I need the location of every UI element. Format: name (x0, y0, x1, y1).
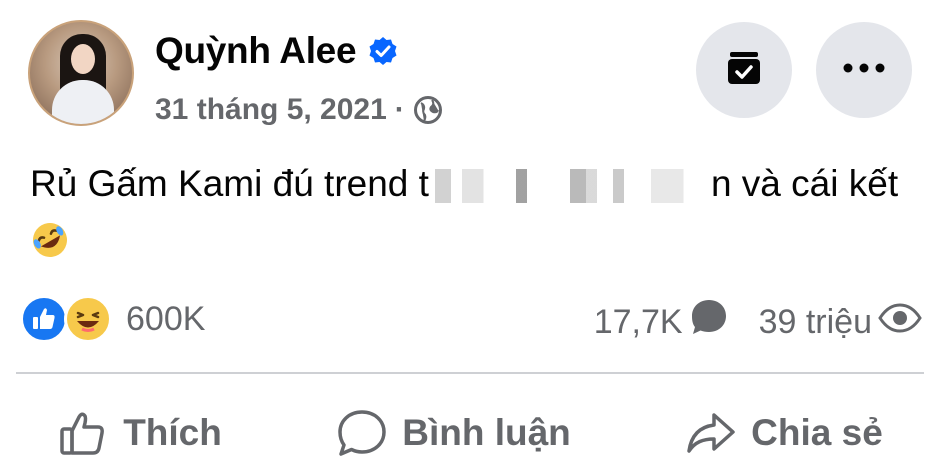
eye-icon (878, 302, 922, 342)
post-meta: 31 tháng 5, 2021 · (155, 92, 443, 128)
post-text-end: n và cái kết (710, 163, 899, 204)
post-text: Rủ Gấm Kami đú trend t n và cái kết (30, 160, 910, 208)
post-stats: 17,7K 39 triệu (594, 297, 922, 346)
post-text-start: Rủ Gấm Kami đú trend t (30, 163, 429, 204)
views-count: 39 triệu (758, 302, 872, 341)
comment-icon (338, 410, 386, 456)
author-name-row: Quỳnh Alee (155, 30, 398, 72)
share-label: Chia sẻ (751, 412, 883, 453)
share-button[interactable]: Chia sẻ (665, 407, 903, 459)
comments-count[interactable]: 17,7K (594, 302, 683, 342)
archive-icon (724, 48, 764, 93)
like-button[interactable]: Thích (37, 407, 242, 459)
comment-label: Bình luận (402, 412, 571, 453)
post-actions: Thích Bình luận Chia sẻ (0, 402, 940, 464)
post-date[interactable]: 31 tháng 5, 2021 (155, 92, 387, 128)
divider (16, 372, 924, 374)
archive-button[interactable] (696, 22, 792, 118)
comment-bubble-icon (689, 297, 729, 346)
haha-reaction-icon (64, 295, 112, 343)
blurred-text (434, 169, 705, 204)
more-options-button[interactable] (816, 22, 912, 118)
globe-icon[interactable] (413, 95, 443, 125)
like-reaction-icon (20, 295, 68, 343)
author-name[interactable]: Quỳnh Alee (155, 30, 357, 72)
thumbs-up-icon (60, 412, 105, 455)
reactions-summary[interactable]: 600K (20, 295, 205, 343)
meta-separator: · (394, 93, 405, 126)
share-icon (687, 413, 735, 453)
like-label: Thích (123, 412, 222, 453)
verified-badge-icon (368, 36, 398, 66)
author-avatar[interactable] (28, 20, 134, 126)
reactions-count: 600K (126, 300, 206, 338)
laughing-emoji-icon (30, 220, 70, 260)
more-icon (842, 61, 886, 79)
comment-button[interactable]: Bình luận (316, 407, 591, 459)
